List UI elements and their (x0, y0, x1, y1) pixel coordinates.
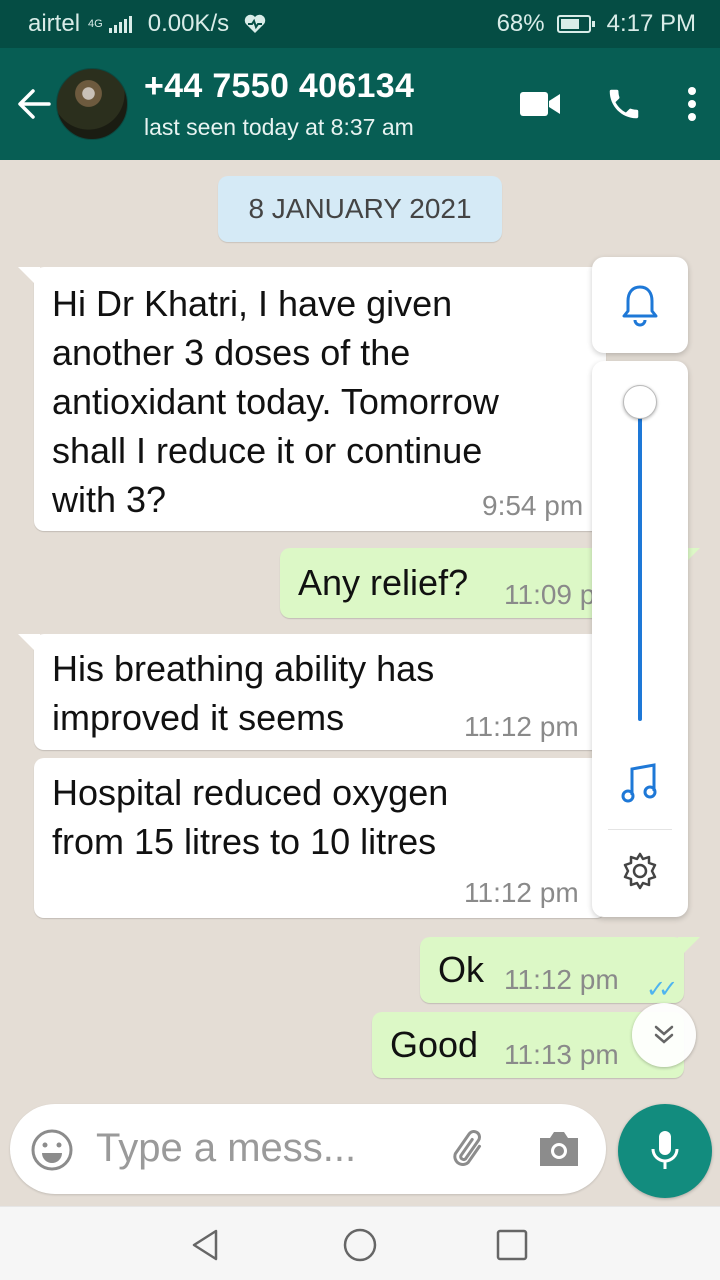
back-arrow-icon (18, 89, 51, 119)
volume-slider-thumb[interactable] (623, 385, 657, 419)
chat-header: +44 7550 406134 last seen today at 8:37 … (0, 48, 720, 160)
network-speed-label: 0.00K/s (147, 10, 230, 37)
message-line: with 3? (52, 479, 167, 520)
status-bar-left: airtel 4G 0.00K/s (28, 10, 497, 38)
status-bar-right: 68% 4:17 PM (497, 10, 696, 38)
nav-home-icon[interactable] (340, 1225, 380, 1265)
message-bubble-outgoing[interactable]: Ok 11:12 pm ✓✓ (420, 937, 700, 1003)
double-chevron-down-icon (654, 1025, 674, 1044)
ringer-mode-button[interactable] (592, 257, 688, 353)
microphone-icon (651, 1131, 679, 1169)
system-navigation-bar (0, 1206, 720, 1280)
message-time: 11:12 pm (464, 711, 579, 742)
bubble-tail (18, 267, 40, 289)
battery-icon (556, 15, 595, 33)
last-seen-status: last seen today at 8:37 am (144, 114, 414, 140)
message-line: Ok (438, 949, 485, 990)
message-time: 11:13 pm (504, 1039, 619, 1070)
more-options-button[interactable] (664, 72, 720, 136)
message-line: His breathing ability has (52, 648, 435, 689)
video-call-icon (520, 92, 560, 116)
message-line: Hospital reduced oxygen (52, 772, 449, 813)
date-separator: 8 JANUARY 2021 (218, 176, 502, 242)
message-bubble-incoming[interactable]: Hospital reduced oxygen from 15 litres t… (34, 758, 606, 918)
settings-gear-icon[interactable] (620, 851, 660, 891)
contact-info[interactable]: +44 7550 406134 last seen today at 8:37 … (144, 67, 508, 141)
message-bubble-incoming[interactable]: His breathing ability has improved it se… (18, 634, 606, 750)
carrier-label: airtel (28, 10, 81, 37)
emoji-icon[interactable] (30, 1128, 74, 1172)
paperclip-icon[interactable] (446, 1126, 494, 1174)
back-button[interactable] (6, 76, 62, 132)
volume-slider-track[interactable] (638, 401, 642, 721)
message-line: another 3 doses of the (52, 332, 411, 373)
bell-icon (622, 285, 658, 327)
signal-strength-icon (108, 15, 132, 33)
camera-icon[interactable] (536, 1128, 582, 1170)
message-line: shall I reduce it or continue (52, 430, 483, 471)
contact-name: +44 7550 406134 (144, 67, 415, 105)
music-note-icon[interactable] (620, 761, 660, 805)
message-time: 11:12 pm (464, 877, 579, 908)
message-line: from 15 litres to 10 litres (52, 821, 437, 862)
message-input-bar: Type a mess... (10, 1104, 606, 1194)
battery-percent-label: 68% (496, 10, 545, 37)
phone-call-icon (609, 89, 639, 119)
contact-avatar[interactable] (56, 68, 128, 140)
message-line: improved it seems (52, 697, 345, 738)
health-heart-icon (244, 14, 266, 34)
message-time: 9:54 pm (482, 490, 584, 521)
video-call-button[interactable] (508, 72, 572, 136)
nav-back-icon[interactable] (186, 1225, 226, 1265)
voice-record-button[interactable] (618, 1104, 712, 1198)
voice-call-button[interactable] (592, 72, 656, 136)
scroll-to-bottom-button[interactable] (632, 1003, 696, 1067)
volume-panel (592, 361, 688, 917)
status-bar: airtel 4G 0.00K/s 68% 4:17 PM (0, 0, 720, 48)
network-type-label: 4G (88, 18, 103, 30)
message-line: Good (390, 1024, 479, 1065)
bubble-tail (18, 634, 40, 656)
message-input[interactable]: Type a mess... (96, 1126, 356, 1171)
message-time: 11:12 pm (504, 964, 619, 995)
nav-recents-icon[interactable] (492, 1225, 532, 1265)
bubble-tail (678, 937, 700, 959)
message-line: antioxidant today. Tomorrow (52, 381, 499, 422)
message-line: Hi Dr Khatri, I have given (52, 283, 453, 324)
more-options-icon (688, 87, 696, 121)
message-bubble-incoming[interactable]: Hi Dr Khatri, I have given another 3 dos… (18, 267, 606, 531)
message-line: Any relief? (298, 562, 469, 603)
clock-label: 4:17 PM (606, 10, 696, 37)
message-time: 11:09 p (504, 579, 596, 610)
volume-divider (608, 829, 672, 830)
